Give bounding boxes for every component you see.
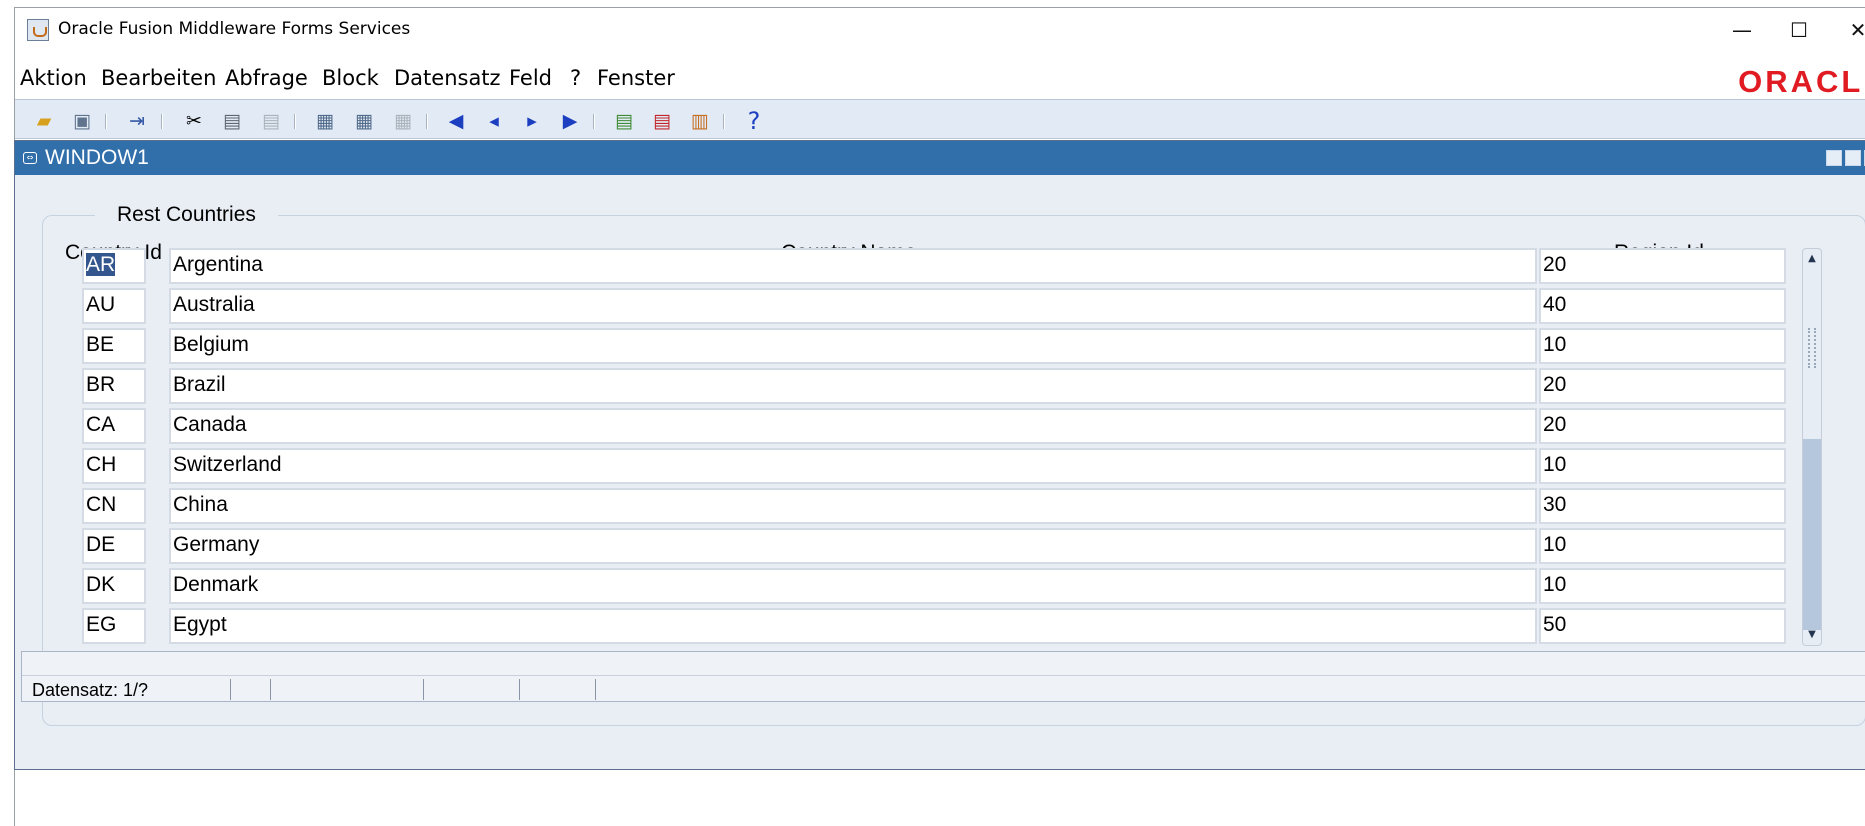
delete-record-icon[interactable]: ▤ [649,109,675,133]
toolbar-separator [294,114,296,129]
form-window-title: WINDOW1 [45,146,149,169]
country-name-cell[interactable]: Switzerland [169,448,1537,484]
scroll-up-icon[interactable]: ▲ [1805,252,1819,266]
cut-icon[interactable]: ✂ [181,109,207,133]
enter-query-icon[interactable]: ▦ [312,109,338,133]
menu-abfrage[interactable]: Abfrage [225,66,308,90]
first-record-icon[interactable]: ◀ [443,109,469,133]
insert-record-icon[interactable]: ▤ [611,109,637,133]
minimize-button[interactable]: — [1722,16,1762,44]
region-id-cell[interactable]: 10 [1539,528,1786,564]
java-icon [27,19,49,41]
previous-record-icon[interactable]: ◂ [481,109,507,133]
message-line [22,652,1865,676]
region-id-cell[interactable]: 20 [1539,368,1786,404]
country-id-cell[interactable]: CH [82,448,146,484]
menu-bar: Aktion Bearbeiten Abfrage Block Datensat… [15,58,1865,96]
status-divider [519,679,520,700]
scroll-grip-icon [1808,328,1816,368]
toolbar-separator [426,114,428,129]
country-id-cell[interactable]: AU [82,288,146,324]
toolbar-separator [161,114,163,129]
scroll-down-icon[interactable]: ▼ [1805,628,1819,642]
country-id-cell[interactable]: BR [82,368,146,404]
country-id-cell[interactable]: DE [82,528,146,564]
country-name-cell[interactable]: Germany [169,528,1537,564]
form-restore-icon[interactable] [1845,150,1861,166]
region-id-cell[interactable]: 50 [1539,608,1786,644]
region-id-cell[interactable]: 10 [1539,328,1786,364]
exit-icon[interactable]: ⇥ [124,109,150,133]
copy-icon[interactable]: ▤ [219,109,245,133]
menu-feld[interactable]: Feld [509,66,552,90]
toolbar: ▰ ▣ ⇥ ✂ ▤ ▤ ▦ ▦ ▦ ◀ ◂ ▸ ▶ ▤ ▤ ▥ ? [15,99,1865,139]
country-id-cell[interactable]: CA [82,408,146,444]
country-id-cell[interactable]: DK [82,568,146,604]
vertical-scrollbar[interactable]: ▲ ▼ [1802,248,1822,646]
window-title: Oracle Fusion Middleware Forms Services [58,19,411,39]
menu-help[interactable]: ? [570,66,581,90]
status-bar: Datensatz: 1/? [21,651,1865,702]
oracle-logo: ORACLE [1738,64,1865,99]
record-counter: Datensatz: 1/? [32,680,149,700]
region-id-cell[interactable]: 10 [1539,448,1786,484]
status-divider [270,679,271,700]
toolbar-separator [723,114,725,129]
title-bar: Oracle Fusion Middleware Forms Services … [15,8,1865,52]
open-icon[interactable]: ▰ [31,109,57,133]
menu-fenster[interactable]: Fenster [597,66,675,90]
close-button[interactable]: ✕ [1838,16,1865,44]
paste-icon[interactable]: ▤ [258,109,284,133]
cancel-query-icon[interactable]: ▦ [390,109,416,133]
maximize-button[interactable]: ☐ [1779,16,1819,44]
region-id-cell[interactable]: 40 [1539,288,1786,324]
last-record-icon[interactable]: ▶ [557,109,583,133]
menu-datensatz[interactable]: Datensatz [394,66,501,90]
country-id-cell[interactable]: EG [82,608,146,644]
menu-block[interactable]: Block [322,66,379,90]
country-name-cell[interactable]: Denmark [169,568,1537,604]
next-record-icon[interactable]: ▸ [519,109,545,133]
country-name-cell[interactable]: China [169,488,1537,524]
country-name-cell[interactable]: Brazil [169,368,1537,404]
form-window-title-bar: ⇔ WINDOW1 [15,141,1865,175]
menu-aktion[interactable]: Aktion [20,66,87,90]
region-id-cell[interactable]: 20 [1539,248,1786,284]
forms-application-window: Oracle Fusion Middleware Forms Services … [14,7,1865,826]
window-menu-icon[interactable]: ⇔ [23,152,37,164]
status-divider [230,679,231,700]
country-id-cell[interactable]: AR [82,248,146,284]
toolbar-separator [593,114,595,129]
toolbar-separator [105,114,107,129]
country-id-cell[interactable]: CN [82,488,146,524]
region-id-cell[interactable]: 20 [1539,408,1786,444]
menu-bearbeiten[interactable]: Bearbeiten [101,66,216,90]
execute-query-icon[interactable]: ▦ [351,109,377,133]
region-id-cell[interactable]: 30 [1539,488,1786,524]
lock-record-icon[interactable]: ▥ [687,109,713,133]
frame-title: Rest Countries [95,202,278,228]
help-icon[interactable]: ? [741,109,767,133]
form-minimize-icon[interactable] [1826,150,1842,166]
region-id-cell[interactable]: 10 [1539,568,1786,604]
country-name-cell[interactable]: Egypt [169,608,1537,644]
status-divider [423,679,424,700]
country-id-cell[interactable]: BE [82,328,146,364]
country-id-value: AR [86,253,116,276]
scrollbar-thumb[interactable] [1803,439,1821,630]
print-icon[interactable]: ▣ [69,109,95,133]
country-name-cell[interactable]: Belgium [169,328,1537,364]
country-name-cell[interactable]: Argentina [169,248,1537,284]
status-divider [595,679,596,700]
country-name-cell[interactable]: Canada [169,408,1537,444]
country-name-cell[interactable]: Australia [169,288,1537,324]
